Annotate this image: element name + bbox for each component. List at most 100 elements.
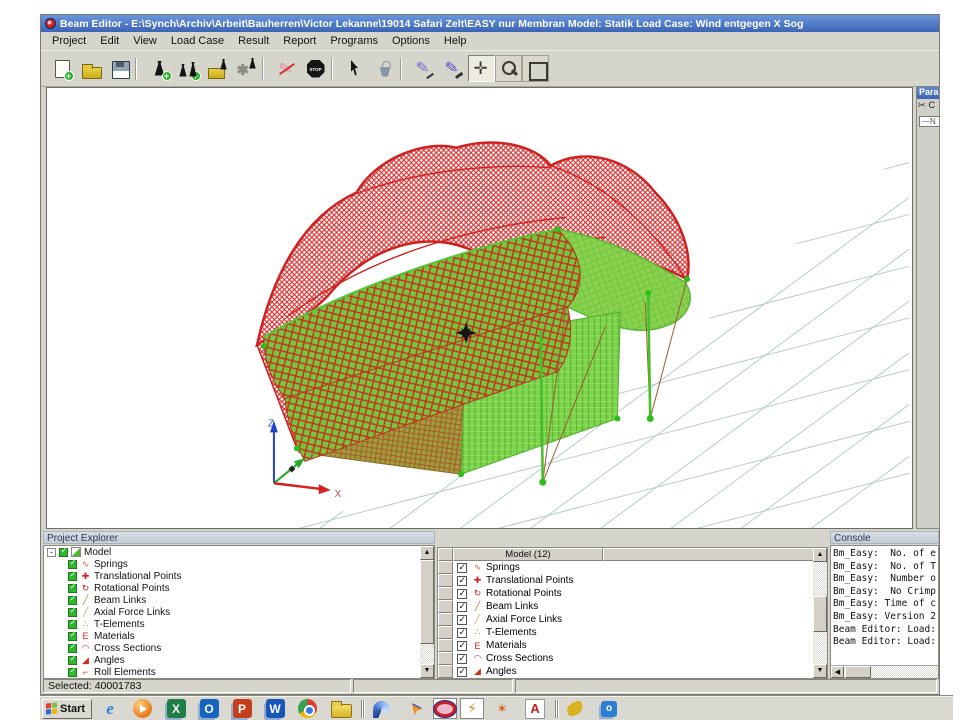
checkbox[interactable]: [68, 596, 77, 605]
checkbox[interactable]: [68, 560, 77, 569]
status-cell: [515, 679, 937, 693]
new-load-group-button[interactable]: [175, 55, 202, 82]
checkbox[interactable]: [457, 667, 467, 677]
item-axial-force-links[interactable]: ╱ Axial Force Links: [438, 613, 827, 626]
excel-icon[interactable]: X: [161, 698, 191, 719]
open-project-button[interactable]: [77, 55, 104, 82]
load-settings-button[interactable]: [233, 55, 260, 82]
item-cross-sections[interactable]: ◠ Cross Sections: [44, 642, 420, 654]
word-icon[interactable]: W: [260, 698, 290, 719]
panel-icon[interactable]: C: [929, 101, 936, 110]
model-viewport[interactable]: Z Y X: [46, 87, 913, 529]
draw-axial-link-button[interactable]: [411, 55, 438, 82]
parameters-field[interactable]: —N: [919, 116, 940, 127]
checkbox[interactable]: [457, 589, 467, 599]
move-view-button[interactable]: [468, 55, 495, 82]
item-springs[interactable]: ∿ Springs: [438, 561, 827, 574]
erase-button[interactable]: [273, 55, 300, 82]
fit-view-button[interactable]: [522, 55, 549, 82]
toolbar-separator[interactable]: [331, 55, 340, 82]
tree-item-model[interactable]: - Model: [44, 546, 420, 558]
checkbox[interactable]: [68, 572, 77, 581]
checkbox[interactable]: [457, 602, 467, 612]
item-translational-points[interactable]: ✚ Translational Points: [438, 574, 827, 587]
console-scrollbar[interactable]: [831, 665, 938, 678]
save-button[interactable]: [106, 55, 133, 82]
open-load-button[interactable]: [204, 55, 231, 82]
checkbox[interactable]: [68, 668, 77, 677]
checkbox[interactable]: [457, 563, 467, 573]
checkbox[interactable]: [68, 620, 77, 629]
item-rotational-points[interactable]: ↻ Rotational Points: [438, 587, 827, 600]
menu-item[interactable]: Help: [437, 33, 474, 49]
menu-item[interactable]: View: [126, 33, 164, 49]
new-project-button[interactable]: [48, 55, 75, 82]
menu-item[interactable]: Project: [45, 33, 93, 49]
outlook-classic-icon[interactable]: o: [594, 698, 624, 719]
menu-item[interactable]: Options: [385, 33, 437, 49]
item-t-elements[interactable]: ∴ T-Elements: [438, 626, 827, 639]
acrobat-icon[interactable]: A: [520, 698, 550, 719]
menu-item[interactable]: Edit: [93, 33, 126, 49]
menu-item[interactable]: Programs: [323, 33, 385, 49]
toolbar-separator[interactable]: [400, 55, 409, 82]
menu-item[interactable]: Result: [231, 33, 276, 49]
paint-star-icon[interactable]: ✶: [487, 698, 517, 719]
cad-cursor-icon[interactable]: ➤: [400, 698, 430, 719]
item-materials[interactable]: E Materials: [44, 630, 420, 642]
menu-item[interactable]: Report: [276, 33, 323, 49]
checkbox[interactable]: [457, 628, 467, 638]
tree-scrollbar[interactable]: [420, 546, 434, 678]
beam-editor-icon[interactable]: [433, 698, 457, 719]
collapse-icon[interactable]: -: [47, 548, 56, 557]
zoom-view-button[interactable]: [495, 55, 522, 82]
checkbox[interactable]: [457, 576, 467, 586]
color-fan-icon[interactable]: [367, 698, 397, 719]
item-cross-sections[interactable]: ◠ Cross Sections: [438, 652, 827, 665]
item-beam-links[interactable]: ╱ Beam Links: [44, 594, 420, 606]
draw-beam-link-button[interactable]: [440, 55, 467, 82]
item-springs[interactable]: ∿ Springs: [44, 558, 420, 570]
media-player-icon[interactable]: [128, 698, 158, 719]
bucket-button[interactable]: [371, 55, 398, 82]
chrome-icon[interactable]: [293, 698, 323, 719]
item-angles[interactable]: ◢ Angles: [438, 665, 827, 678]
item-rotational-points[interactable]: ↻ Rotational Points: [44, 582, 420, 594]
console-line: Bm_Easy: Time of c: [833, 598, 938, 611]
outlook-icon[interactable]: O: [194, 698, 224, 719]
scissors-icon[interactable]: ✂: [918, 101, 926, 110]
internet-explorer-icon[interactable]: e: [95, 698, 125, 719]
checkbox[interactable]: [59, 548, 68, 557]
item-angles[interactable]: ◢ Angles: [44, 654, 420, 666]
item-t-elements[interactable]: ∴ T-Elements: [44, 618, 420, 630]
checkbox[interactable]: [68, 644, 77, 653]
item-beam-links[interactable]: ╱ Beam Links: [438, 600, 827, 613]
select-arrow-button[interactable]: [342, 55, 369, 82]
item-roll-elements[interactable]: ⌐ Roll Elements: [44, 666, 420, 678]
checkbox[interactable]: [68, 632, 77, 641]
taskbar-separator[interactable]: [359, 698, 364, 719]
checkbox[interactable]: [457, 641, 467, 651]
start-button[interactable]: Start: [42, 699, 92, 719]
toolbar-separator[interactable]: [135, 55, 144, 82]
bird-icon[interactable]: [561, 698, 591, 719]
checkbox[interactable]: [68, 656, 77, 665]
toolbar-separator[interactable]: [262, 55, 271, 82]
item-translational-points[interactable]: ✚ Translational Points: [44, 570, 420, 582]
powerpoint-icon[interactable]: P: [227, 698, 257, 719]
stop-button[interactable]: STOP: [302, 55, 329, 82]
winamp-icon[interactable]: ⚡: [460, 698, 484, 719]
checkbox[interactable]: [68, 608, 77, 617]
item-axial-force-links[interactable]: ╱ Axial Force Links: [44, 606, 420, 618]
taskbar-separator[interactable]: [553, 698, 558, 719]
new-load-button[interactable]: [146, 55, 173, 82]
model-count-header[interactable]: Model (12): [453, 548, 603, 561]
menu-item[interactable]: Load Case: [164, 33, 231, 49]
checkbox[interactable]: [457, 654, 467, 664]
item-materials[interactable]: E Materials: [438, 639, 827, 652]
file-manager-icon[interactable]: [326, 698, 356, 719]
checkbox[interactable]: [457, 615, 467, 625]
checkbox[interactable]: [68, 584, 77, 593]
model-list-scrollbar[interactable]: [813, 548, 827, 678]
title-bar[interactable]: Beam Editor - E:\Synch\Archiv\Arbeit\Bau…: [41, 15, 939, 32]
